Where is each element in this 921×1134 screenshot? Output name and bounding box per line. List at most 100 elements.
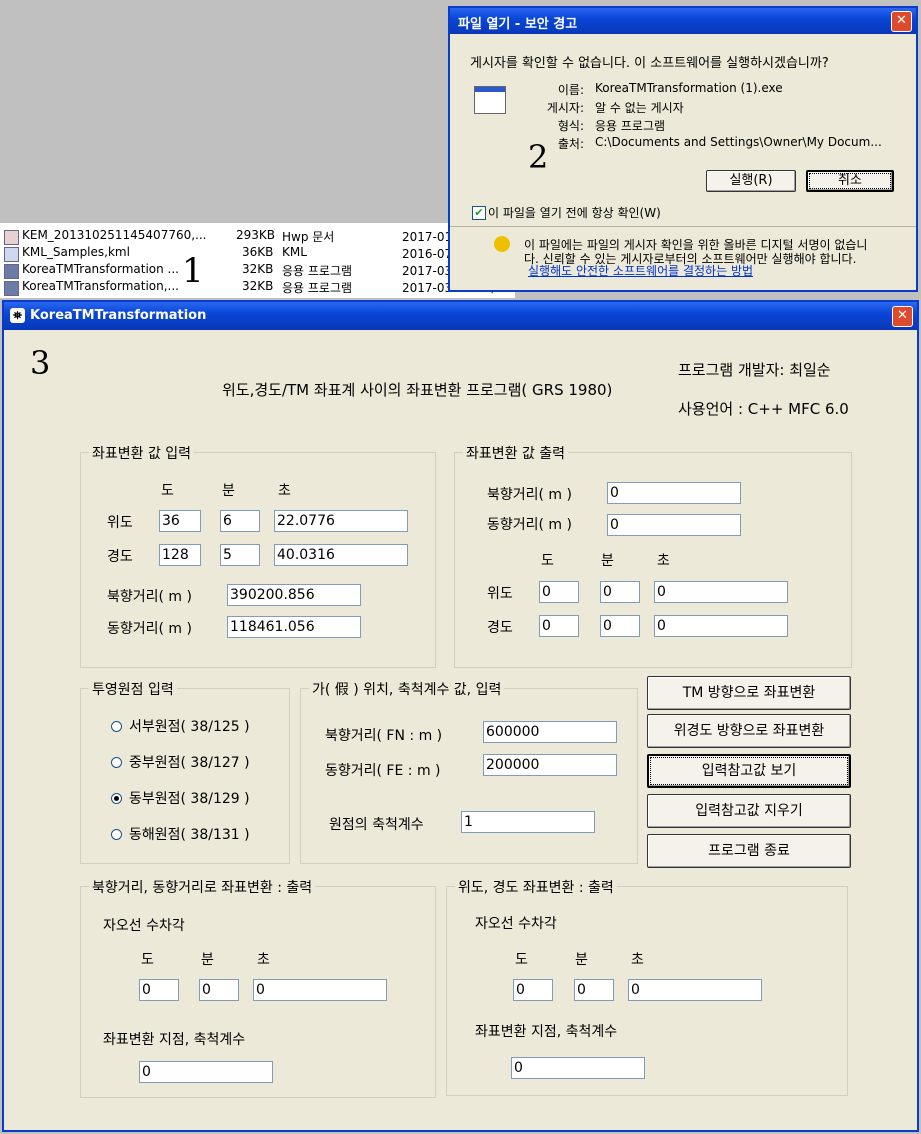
file-size: 32KB: [242, 279, 274, 293]
from-value: C:\Documents and Settings\Owner\My Docum…: [595, 135, 882, 149]
longitude-minute-input[interactable]: 5: [220, 544, 260, 566]
name-value: KoreaTMTransformation (1).exe: [595, 81, 783, 95]
always-ask-label: 이 파일을 열기 전에 항상 확인(W): [488, 206, 661, 220]
geo-convergence-second[interactable]: 0: [628, 979, 762, 1001]
output-longitude-degree[interactable]: 0: [539, 615, 579, 637]
northing-input[interactable]: 390200.856: [227, 584, 361, 606]
origin-west-radio[interactable]: [111, 721, 122, 732]
file-size: 32KB: [242, 262, 274, 276]
annotation-marker-2: 2: [528, 138, 549, 176]
geo-point-scale-label: 좌표변환 지점, 축척계수: [475, 1024, 618, 1040]
tm-point-scale-field[interactable]: 0: [139, 1061, 273, 1083]
geo-output-group-label: 위도, 경도 좌표변환 : 출력: [455, 877, 617, 897]
tm-convergence-minute[interactable]: 0: [199, 979, 239, 1001]
input-group-label: 좌표변환 값 입력: [89, 443, 195, 463]
exe-file-icon: [4, 281, 19, 296]
northing-label: 북향거리( m ): [107, 589, 192, 605]
origin-eastsea-label[interactable]: 동해원점( 38/131 ): [129, 824, 250, 844]
origin-east-label[interactable]: 동부원점( 38/129 ): [129, 788, 250, 808]
degree-header: 도: [141, 952, 154, 968]
run-button[interactable]: 실행(R): [706, 170, 796, 192]
file-name: KoreaTMTransformation,...: [22, 279, 179, 293]
show-reference-button[interactable]: 입력참고값 보기: [647, 754, 851, 788]
exe-file-icon: [4, 264, 19, 279]
security-question: 게시자를 확인할 수 없습니다. 이 소프트웨어를 실행하시겠습니까?: [470, 56, 829, 71]
kml-file-icon: [4, 247, 19, 262]
easting-input[interactable]: 118461.056: [227, 616, 361, 638]
close-icon[interactable]: ✕: [891, 11, 912, 32]
always-ask-checkbox[interactable]: ✔: [472, 206, 486, 220]
exit-program-button[interactable]: 프로그램 종료: [647, 834, 851, 868]
tm-convergence-degree[interactable]: 0: [139, 979, 179, 1001]
latitude-minute-input[interactable]: 6: [220, 510, 260, 532]
false-easting-label: 동향거리( FE : m ): [325, 763, 441, 779]
scale-factor-label: 원점의 축척계수: [329, 817, 424, 833]
type-value: 응용 프로그램: [595, 119, 666, 133]
minute-header: 분: [601, 553, 614, 569]
output-latitude-degree[interactable]: 0: [539, 581, 579, 603]
output-northing-field[interactable]: 0: [607, 482, 741, 504]
geo-output-group: 위도, 경도 좌표변환 : 출력 자오선 수차각 도 분 초 0 0 0 좌표변…: [446, 877, 848, 1096]
file-row[interactable]: KEM_201310251145407760,... 293KB Hwp 문서 …: [4, 228, 514, 245]
close-icon[interactable]: ✕: [892, 306, 913, 327]
hwp-file-icon: [4, 230, 19, 245]
convert-to-tm-button[interactable]: TM 방향으로 좌표변환: [647, 676, 851, 710]
tm-output-group-label: 북향거리, 동향거리로 좌표변환 : 출력: [89, 877, 316, 897]
clear-reference-button[interactable]: 입력참고값 지우기: [647, 794, 851, 828]
origin-central-radio[interactable]: [111, 757, 122, 768]
false-origin-group: 가( 假 ) 위치, 축척계수 값, 입력 북향거리( FN : m ) 600…: [300, 679, 638, 864]
latitude-degree-input[interactable]: 36: [159, 510, 201, 532]
convert-to-geo-button[interactable]: 위경도 방향으로 좌표변환: [647, 714, 851, 748]
safe-software-link[interactable]: 실행해도 안전한 소프트웨어를 결정하는 방법: [528, 262, 753, 279]
origin-eastsea-radio[interactable]: [111, 829, 122, 840]
origin-central-label[interactable]: 중부원점( 38/127 ): [129, 752, 250, 772]
output-easting-field[interactable]: 0: [607, 514, 741, 536]
output-easting-label: 동향거리( m ): [487, 517, 572, 533]
output-latitude-second[interactable]: 0: [654, 581, 788, 603]
origin-group-label: 투영원점 입력: [89, 679, 177, 699]
scale-factor-input[interactable]: 1: [461, 811, 595, 833]
geo-convergence-minute[interactable]: 0: [574, 979, 614, 1001]
output-longitude-label: 경도: [487, 620, 513, 636]
output-longitude-second[interactable]: 0: [654, 615, 788, 637]
output-group: 좌표변환 값 출력 북향거리( m ) 0 동향거리( m ) 0 도 분 초 …: [454, 443, 852, 668]
file-row[interactable]: KoreaTMTransformation ... 32KB 응용 프로그램 2…: [4, 262, 514, 279]
file-row[interactable]: KoreaTMTransformation,... 32KB 응용 프로그램 2…: [4, 279, 514, 296]
tm-convergence-second[interactable]: 0: [253, 979, 387, 1001]
geo-convergence-label: 자오선 수차각: [475, 916, 557, 932]
tm-output-group: 북향거리, 동향거리로 좌표변환 : 출력 자오선 수차각 도 분 초 0 0 …: [80, 877, 436, 1098]
latitude-second-input[interactable]: 22.0776: [274, 510, 408, 532]
false-northing-input[interactable]: 600000: [483, 721, 617, 743]
name-label: 이름:: [557, 83, 584, 97]
geo-point-scale-field[interactable]: 0: [511, 1057, 645, 1079]
output-group-label: 좌표변환 값 출력: [463, 443, 569, 463]
false-easting-input[interactable]: 200000: [483, 754, 617, 776]
easting-label: 동향거리( m ): [107, 621, 192, 637]
type-label: 형식:: [557, 119, 584, 133]
output-northing-label: 북향거리( m ): [487, 487, 572, 503]
minute-header: 분: [222, 483, 235, 499]
second-header: 초: [257, 952, 270, 968]
origin-west-label[interactable]: 서부원점( 38/125 ): [129, 716, 250, 736]
cancel-button[interactable]: 취소: [806, 170, 894, 192]
geo-convergence-degree[interactable]: 0: [513, 979, 553, 1001]
file-row[interactable]: KML_Samples,kml 36KB KML 2016-07-10 오후 .…: [4, 245, 514, 262]
longitude-second-input[interactable]: 40.0316: [274, 544, 408, 566]
security-warning-dialog: 파일 열기 - 보안 경고 ✕ 게시자를 확인할 수 없습니다. 이 소프트웨어…: [448, 6, 918, 292]
file-type: Hwp 문서: [282, 230, 335, 244]
input-group: 좌표변환 값 입력 도 분 초 위도 36 6 22.0776 경도 128 5…: [80, 443, 436, 668]
degree-header: 도: [515, 952, 528, 968]
output-latitude-minute[interactable]: 0: [600, 581, 640, 603]
longitude-degree-input[interactable]: 128: [159, 544, 201, 566]
file-name: KML_Samples,kml: [22, 245, 130, 259]
minute-header: 분: [575, 952, 588, 968]
false-origin-group-label: 가( 假 ) 위치, 축척계수 값, 입력: [309, 679, 505, 699]
warning-shield-icon: [494, 236, 510, 252]
origin-east-radio[interactable]: [111, 793, 122, 804]
output-longitude-minute[interactable]: 0: [600, 615, 640, 637]
file-type: 응용 프로그램: [282, 264, 353, 278]
file-name: KoreaTMTransformation ...: [22, 262, 179, 276]
second-header: 초: [631, 952, 644, 968]
dialog-titlebar: 파일 열기 - 보안 경고 ✕: [450, 8, 916, 34]
tm-convergence-label: 자오선 수차각: [103, 918, 185, 934]
